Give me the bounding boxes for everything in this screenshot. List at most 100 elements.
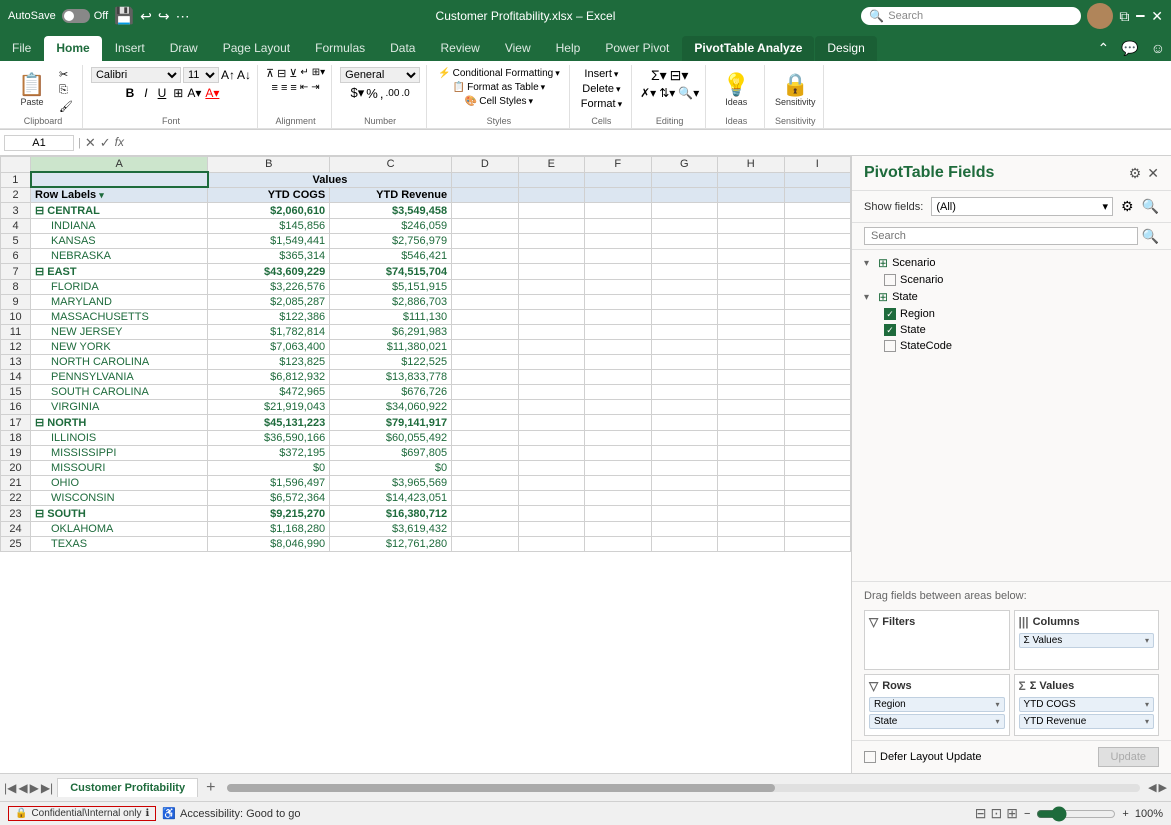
table-row[interactable]: 1Values [1, 172, 851, 187]
cell-h6[interactable] [718, 249, 784, 264]
table-row[interactable]: 18ILLINOIS$36,590,166$60,055,492 [1, 431, 851, 446]
cell-i19[interactable] [784, 446, 851, 461]
merge-cells-icon[interactable]: ⊞▾ [312, 67, 325, 80]
cell-e17[interactable] [518, 415, 584, 431]
cell-b20[interactable]: $0 [208, 461, 330, 476]
cell-d14[interactable] [452, 370, 518, 385]
ribbon-share-icon[interactable]: ☺ [1145, 36, 1171, 61]
ribbon-comments-icon[interactable]: 💬 [1115, 36, 1144, 61]
tab-pivottable-analyze[interactable]: PivotTable Analyze [682, 36, 814, 61]
cell-a2[interactable]: Row Labels ▾ [31, 187, 208, 203]
cell-h18[interactable] [718, 431, 784, 446]
page-break-view-icon[interactable]: ⊞ [1006, 805, 1018, 822]
comma-button[interactable]: , [380, 86, 384, 101]
align-middle-icon[interactable]: ⊟ [277, 67, 286, 80]
align-left-icon[interactable]: ≡ [272, 82, 278, 94]
region-checkbox[interactable]: ✓ [884, 308, 896, 320]
cell-i7[interactable] [784, 264, 851, 280]
cell-i20[interactable] [784, 461, 851, 476]
align-bottom-icon[interactable]: ⊻ [289, 67, 297, 80]
cell-e6[interactable] [518, 249, 584, 264]
cell-e7[interactable] [518, 264, 584, 280]
cell-b12[interactable]: $7,063,400 [208, 340, 330, 355]
cell-i12[interactable] [784, 340, 851, 355]
statecode-checkbox[interactable] [884, 340, 896, 352]
tab-design[interactable]: Design [815, 36, 876, 61]
cell-g22[interactable] [651, 491, 717, 506]
spreadsheet[interactable]: A B C D E F G H I 1Values2Row Labels ▾YT… [0, 156, 851, 773]
cell-e14[interactable] [518, 370, 584, 385]
cell-c20[interactable]: $0 [330, 461, 452, 476]
cell-g21[interactable] [651, 476, 717, 491]
cell-i22[interactable] [784, 491, 851, 506]
cell-h4[interactable] [718, 219, 784, 234]
table-row[interactable]: 8FLORIDA$3,226,576$5,151,915 [1, 280, 851, 295]
table-row[interactable]: 24OKLAHOMA$1,168,280$3,619,432 [1, 522, 851, 537]
cell-a3[interactable]: ⊟ CENTRAL [31, 203, 208, 219]
cell-h19[interactable] [718, 446, 784, 461]
cell-f16[interactable] [585, 400, 651, 415]
cell-c15[interactable]: $676,726 [330, 385, 452, 400]
col-header-h[interactable]: H [718, 157, 784, 173]
col-header-b[interactable]: B [208, 157, 330, 173]
cell-h20[interactable] [718, 461, 784, 476]
cell-d11[interactable] [452, 325, 518, 340]
cell-d20[interactable] [452, 461, 518, 476]
cell-a24[interactable]: OKLAHOMA [31, 522, 208, 537]
pivot-search-icon[interactable]: 🔍 [1142, 198, 1159, 215]
cell-a7[interactable]: ⊟ EAST [31, 264, 208, 280]
cell-f24[interactable] [585, 522, 651, 537]
align-center-icon[interactable]: ≡ [281, 82, 287, 94]
tab-home[interactable]: Home [44, 36, 101, 61]
cell-f2[interactable] [585, 187, 651, 203]
cell-a15[interactable]: SOUTH CAROLINA [31, 385, 208, 400]
conditional-formatting-button[interactable]: ⚡ Conditional Formatting ▾ [435, 67, 563, 80]
cell-c11[interactable]: $6,291,983 [330, 325, 452, 340]
cell-c9[interactable]: $2,886,703 [330, 295, 452, 310]
scroll-right-icon[interactable]: ▶ [1159, 781, 1167, 794]
cell-g14[interactable] [651, 370, 717, 385]
cell-e25[interactable] [518, 537, 584, 552]
cell-b16[interactable]: $21,919,043 [208, 400, 330, 415]
scenario-child[interactable]: Scenario [864, 272, 1159, 288]
cell-f19[interactable] [585, 446, 651, 461]
cell-f3[interactable] [585, 203, 651, 219]
cell-a17[interactable]: ⊟ NORTH [31, 415, 208, 431]
cell-d3[interactable] [452, 203, 518, 219]
cell-g1[interactable] [651, 172, 717, 187]
insert-button[interactable]: Insert ▾ [581, 67, 621, 81]
normal-view-icon[interactable]: ⊟ [975, 805, 987, 822]
insert-function-icon[interactable]: fx [115, 135, 124, 151]
cell-g9[interactable] [651, 295, 717, 310]
cell-i15[interactable] [784, 385, 851, 400]
delete-button[interactable]: Delete ▾ [579, 82, 623, 96]
state-child[interactable]: ✓ State [864, 322, 1159, 338]
cell-f20[interactable] [585, 461, 651, 476]
tab-insert[interactable]: Insert [103, 36, 157, 61]
cell-g7[interactable] [651, 264, 717, 280]
cell-g24[interactable] [651, 522, 717, 537]
cell-e22[interactable] [518, 491, 584, 506]
cell-g13[interactable] [651, 355, 717, 370]
table-row[interactable]: 17⊟ NORTH$45,131,223$79,141,917 [1, 415, 851, 431]
table-row[interactable]: 7⊟ EAST$43,609,229$74,515,704 [1, 264, 851, 280]
table-row[interactable]: 25TEXAS$8,046,990$12,761,280 [1, 537, 851, 552]
cell-d5[interactable] [452, 234, 518, 249]
cell-c14[interactable]: $13,833,778 [330, 370, 452, 385]
cell-h9[interactable] [718, 295, 784, 310]
sheet-nav-first[interactable]: |◀ [4, 781, 16, 795]
state-group[interactable]: ▾ ⊞ State [864, 288, 1159, 306]
cell-i25[interactable] [784, 537, 851, 552]
cell-h1[interactable] [718, 172, 784, 187]
cell-b11[interactable]: $1,782,814 [208, 325, 330, 340]
ideas-button[interactable]: 💡 Ideas [714, 72, 758, 109]
pivot-show-fields-dropdown[interactable]: (All) ▾ [931, 197, 1113, 216]
cell-d10[interactable] [452, 310, 518, 325]
sort-filter-icon[interactable]: ⇅▾ [659, 86, 675, 100]
table-row[interactable]: 5KANSAS$1,549,441$2,756,979 [1, 234, 851, 249]
cell-d6[interactable] [452, 249, 518, 264]
decrease-decimal-icon[interactable]: .0 [401, 88, 409, 99]
col-header-d[interactable]: D [452, 157, 518, 173]
cell-b10[interactable]: $122,386 [208, 310, 330, 325]
cut-button[interactable]: ✂ [56, 67, 76, 82]
